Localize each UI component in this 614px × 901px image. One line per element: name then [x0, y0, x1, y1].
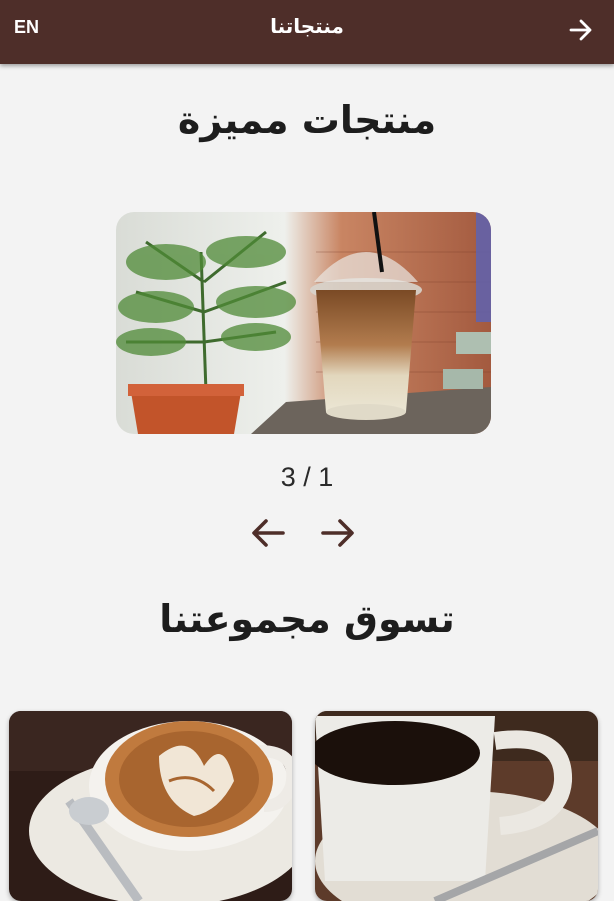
- black-coffee-photo: [315, 711, 598, 901]
- iced-coffee-photo: [116, 212, 491, 434]
- next-arrow-icon[interactable]: [319, 514, 357, 552]
- page-title: منتجاتنا: [270, 14, 344, 38]
- previous-arrow-icon[interactable]: [249, 514, 287, 552]
- slide-counter: 3 / 1: [280, 462, 334, 492]
- back-arrow-icon[interactable]: [568, 17, 594, 43]
- featured-heading: منتجات مميزة: [177, 98, 437, 142]
- collection-heading: تسوق مجموعتنا: [159, 597, 455, 641]
- latte-photo: [9, 711, 292, 901]
- product-card-black-coffee[interactable]: [315, 711, 598, 901]
- app-header: EN منتجاتنا: [0, 0, 614, 64]
- featured-product-image[interactable]: [116, 212, 491, 434]
- product-card-latte[interactable]: [9, 711, 292, 901]
